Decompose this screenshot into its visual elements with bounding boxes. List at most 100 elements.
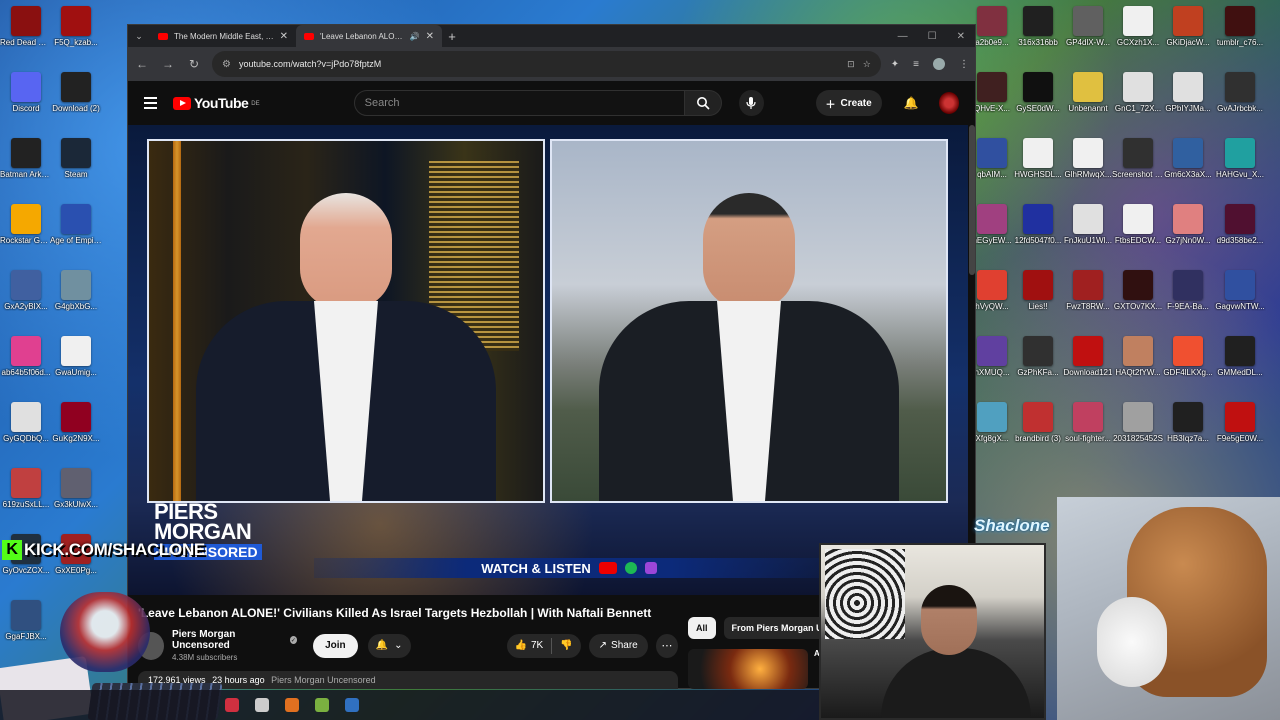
chip-from-channel[interactable]: From Piers Morgan U <box>723 617 831 639</box>
hamburger-menu-icon[interactable] <box>144 94 157 112</box>
maximize-icon[interactable]: ☐ <box>928 31 937 42</box>
recommended-video[interactable]: An Kn <box>688 649 840 689</box>
site-info-icon[interactable]: ⚙ <box>222 59 231 70</box>
tab-modern-middle-east[interactable]: The Modern Middle East, Expla ✕ <box>150 25 296 47</box>
desktop-icon[interactable]: GKiDjacW... <box>1162 4 1214 70</box>
youtube-logo[interactable]: YouTube DE <box>172 95 260 111</box>
desktop-icon[interactable]: HAQt2fYW... <box>1112 334 1164 400</box>
desktop-icon[interactable]: GnC1_72X... <box>1112 70 1164 136</box>
desktop-icon[interactable]: F9e5gE0W... <box>1214 400 1266 466</box>
forward-icon[interactable]: → <box>160 57 176 71</box>
desktop-icon[interactable]: Gz7jNn0W... <box>1162 202 1214 268</box>
install-app-icon[interactable]: ⊡ <box>847 59 855 70</box>
join-button[interactable]: Join <box>313 633 358 658</box>
desktop-icon[interactable]: Red Dead Redempti... <box>0 4 52 70</box>
voice-search-button[interactable] <box>739 90 764 116</box>
desktop-icon[interactable]: 2031825452S <box>1112 400 1164 466</box>
chip-all[interactable]: All <box>688 617 716 639</box>
desktop-icon[interactable]: Unbenannt <box>1062 70 1114 136</box>
desktop-icon[interactable]: FwzT8RW... <box>1062 268 1114 334</box>
address-bar[interactable]: ⚙ youtube.com/watch?v=jPdo78fptzM ⊡ ☆ <box>212 51 881 77</box>
create-button[interactable]: ＋ Create <box>815 90 882 116</box>
desktop-icon[interactable]: 316x316bb <box>1012 4 1064 70</box>
desktop-icon[interactable]: FtbsEDCW... <box>1112 202 1164 268</box>
more-actions-icon[interactable]: ⋯ <box>655 633 678 658</box>
like-button[interactable]: 👍 7K <box>507 640 552 651</box>
desktop-icon[interactable]: GyGQDbQ... <box>0 400 52 466</box>
share-button[interactable]: ↗ Share <box>588 633 648 658</box>
taskbar-app-icon[interactable] <box>315 698 329 712</box>
browser-menu-icon[interactable]: ⋮ <box>959 59 969 70</box>
desktop-icon[interactable]: F5Q_kzab... <box>50 4 102 70</box>
desktop-icon[interactable]: Steam <box>50 136 102 202</box>
desktop-icon[interactable]: HB3Iqz7a... <box>1162 400 1214 466</box>
desktop-icon[interactable]: HAHGvu_X... <box>1214 136 1266 202</box>
desktop-icon[interactable]: d9d358be2... <box>1214 202 1266 268</box>
desktop-icon[interactable]: GPbIYJMa... <box>1162 70 1214 136</box>
desktop-icon[interactable]: GvAJrbcbk... <box>1214 70 1266 136</box>
minimize-icon[interactable]: — <box>898 31 908 42</box>
extensions-icon[interactable]: ✦ <box>891 59 899 70</box>
desktop-icon[interactable]: GCXzh1X... <box>1112 4 1164 70</box>
desktop-icon[interactable]: 619zuSxLL... <box>0 466 52 532</box>
desktop-icon[interactable]: GagvwNTW... <box>1214 268 1266 334</box>
account-avatar[interactable] <box>938 92 960 114</box>
desktop-icon[interactable]: soul-fighter... <box>1062 400 1114 466</box>
desktop-icon[interactable]: GlhRMwqX... <box>1062 136 1114 202</box>
desktop-icon[interactable]: Age of Empires... <box>50 202 102 268</box>
search-button[interactable] <box>685 90 723 116</box>
new-tab-icon[interactable]: + <box>442 29 462 44</box>
desktop-icon[interactable]: tumblr_c76... <box>1214 4 1266 70</box>
desktop-icon[interactable]: Download (2) <box>50 70 102 136</box>
desktop-icon[interactable]: GP4dlX-W... <box>1062 4 1114 70</box>
desktop-icon[interactable]: 12fd5047f0... <box>1012 202 1064 268</box>
desktop-icon[interactable]: Batman Arkham As... <box>0 136 52 202</box>
desktop-icon[interactable]: brandbird (3) <box>1012 400 1064 466</box>
desktop-icon[interactable]: GuKg2N9X... <box>50 400 102 466</box>
desktop-icon[interactable]: Gx3kUlwX... <box>50 466 102 532</box>
close-window-icon[interactable]: ✕ <box>957 31 965 42</box>
page-scrollbar[interactable] <box>969 125 975 275</box>
close-tab-icon[interactable]: ✕ <box>426 31 434 42</box>
description-tag[interactable]: Piers Morgan Uncensored <box>271 675 376 685</box>
tab-search-icon[interactable]: ⌄ <box>128 31 150 42</box>
desktop-icon[interactable]: GwaUmig... <box>50 334 102 400</box>
search-input[interactable]: Search <box>353 90 686 116</box>
desktop-icon[interactable]: GxA2yBIX... <box>0 268 52 334</box>
video-player[interactable]: PIERS MORGAN UNCENSORED WATCH & LISTEN <box>128 125 968 595</box>
desktop-icon[interactable]: GzPhKFa... <box>1012 334 1064 400</box>
reload-icon[interactable]: ↻ <box>186 57 202 71</box>
bookmark-star-icon[interactable]: ☆ <box>863 59 871 70</box>
recommended-thumbnail[interactable] <box>688 649 808 689</box>
desktop-icon[interactable]: HWGHSDL... <box>1012 136 1064 202</box>
desktop-icon[interactable]: GDF4lLKXg... <box>1162 334 1214 400</box>
desktop-icon[interactable]: GySE0dW... <box>1012 70 1064 136</box>
desktop-icon[interactable]: FnJkuU1Wl... <box>1062 202 1114 268</box>
profile-icon[interactable] <box>933 58 945 70</box>
media-control-icon[interactable]: ≡ <box>913 59 919 70</box>
desktop-icon[interactable]: Gm6cX3aX... <box>1162 136 1214 202</box>
taskbar-app-icon[interactable] <box>285 698 299 712</box>
taskbar-app-icon[interactable] <box>225 698 239 712</box>
tab-leave-lebanon[interactable]: 'Leave Lebanon ALONE!' Ci 🔊 ✕ <box>296 25 442 47</box>
desktop-icon[interactable]: Download121 <box>1062 334 1114 400</box>
desktop-icon[interactable]: GgaFJBX... <box>0 598 52 664</box>
desktop-icon[interactable]: G4gbXbG... <box>50 268 102 334</box>
subscription-bell-button[interactable]: 🔔 ⌄ <box>367 633 411 658</box>
desktop-icon[interactable]: Lies!! <box>1012 268 1064 334</box>
desktop-icon[interactable]: F-9EA-Ba... <box>1162 268 1214 334</box>
back-icon[interactable]: ← <box>134 57 150 71</box>
desktop-icon[interactable]: Rockstar Games ... <box>0 202 52 268</box>
speaker-icon[interactable]: 🔊 <box>410 32 420 41</box>
desktop-icon[interactable]: ab64b5f06d... <box>0 334 52 400</box>
desktop-icon[interactable]: GMMedDL... <box>1214 334 1266 400</box>
desktop-icon[interactable]: GXTOv7KX... <box>1112 268 1164 334</box>
notifications-bell-icon[interactable]: 🔔 <box>904 96 919 110</box>
taskbar-app-icon[interactable] <box>255 698 269 712</box>
channel-name[interactable]: Piers Morgan Uncensored <box>172 629 287 651</box>
desktop-icon[interactable]: Screenshot 2023-06-... <box>1112 136 1164 202</box>
close-tab-icon[interactable]: ✕ <box>280 31 288 42</box>
dislike-button[interactable]: 👎 <box>552 640 580 651</box>
taskbar-app-icon[interactable] <box>345 698 359 712</box>
desktop-icon[interactable]: Discord <box>0 70 52 136</box>
